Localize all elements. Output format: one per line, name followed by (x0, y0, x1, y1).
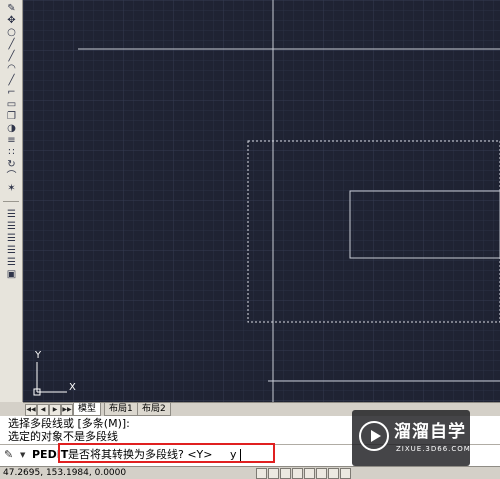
object-snap-tracking-icon[interactable] (328, 468, 339, 479)
draw-toolbar: ✎ ✥ ○ ╱ ╱ ◠ ╱ ⌐ ▭ ❐ ◑ ≡ ∷ ↻ ⌒ ✶ ☰ ☰ ☰ ☰ ☰ ▣ (0, 0, 23, 402)
play-logo-icon (359, 421, 389, 451)
drawing-area[interactable]: Y X (23, 0, 500, 402)
next-tab-button[interactable]: ▶ (49, 404, 61, 416)
first-tab-button[interactable]: ◀◀ (25, 404, 37, 416)
last-tab-button[interactable]: ▶▶ (61, 404, 73, 416)
ortho-mode-icon[interactable] (292, 468, 303, 479)
tab-model[interactable]: 模型 (73, 403, 102, 416)
explode-icon[interactable]: ✶ (4, 183, 19, 195)
layer-icon[interactable]: ☰ (4, 257, 19, 269)
copy-icon[interactable]: ❐ (4, 111, 19, 123)
tab-layout2[interactable]: 布局2 (137, 403, 171, 416)
watermark-site: ZIXUE.3D66.COM (396, 445, 471, 453)
command-name: PEDIT (32, 448, 69, 461)
layer-icon[interactable]: ☰ (4, 245, 19, 257)
offset-icon[interactable]: ≡ (4, 135, 19, 147)
mirror-icon[interactable]: ◑ (4, 123, 19, 135)
polyline-icon[interactable]: ⌐ (4, 87, 19, 99)
layer-icon[interactable]: ☰ (4, 221, 19, 233)
drawing-canvas[interactable]: Y X (23, 0, 500, 402)
rectangle-icon[interactable]: ▭ (4, 99, 19, 111)
arc-icon[interactable]: ◠ (4, 63, 19, 75)
object-snap-icon[interactable] (316, 468, 327, 479)
command-input-value[interactable]: y (230, 445, 237, 465)
status-bar: 47.2695, 153.1984, 0.0000 (0, 466, 500, 479)
tab-layout1[interactable]: 布局1 (104, 403, 138, 416)
polar-tracking-icon[interactable] (304, 468, 315, 479)
watermark-name: 溜溜自学 (394, 422, 466, 442)
recent-commands-icon[interactable]: ▼ (20, 445, 25, 465)
ucs-y-label: Y (34, 350, 42, 361)
customize-wrench-icon[interactable]: ✎ (4, 445, 13, 465)
drawing-grid (23, 0, 500, 402)
ucs-x-label: X (69, 382, 76, 393)
grid-display-icon[interactable] (280, 468, 291, 479)
circle-icon[interactable]: ○ (4, 27, 19, 39)
snap-mode-icon[interactable] (268, 468, 279, 479)
block-icon[interactable]: ▣ (4, 269, 19, 281)
move-icon[interactable]: ✥ (4, 15, 19, 27)
dynamic-ucs-icon[interactable] (340, 468, 351, 479)
line-icon[interactable]: ╱ (4, 39, 19, 51)
toolbar-separator (3, 201, 19, 202)
layer-icon[interactable]: ☰ (4, 209, 19, 221)
coordinate-readout: 47.2695, 153.1984, 0.0000 (3, 468, 127, 478)
infer-constraints-icon[interactable] (256, 468, 267, 479)
line-icon[interactable]: ╱ (4, 51, 19, 63)
layer-icon[interactable]: ☰ (4, 233, 19, 245)
text-cursor (240, 449, 241, 461)
line-icon[interactable]: ╱ (4, 75, 19, 87)
pencil-icon[interactable]: ✎ (4, 3, 19, 15)
rotate-icon[interactable]: ↻ (4, 159, 19, 171)
array-icon[interactable]: ∷ (4, 147, 19, 159)
previous-tab-button[interactable]: ◀ (37, 404, 49, 416)
fillet-icon[interactable]: ⌒ (4, 171, 19, 183)
command-prompt: 是否将其转换为多段线? <Y> (68, 448, 213, 461)
watermark: 溜溜自学 ZIXUE.3D66.COM (352, 410, 470, 466)
